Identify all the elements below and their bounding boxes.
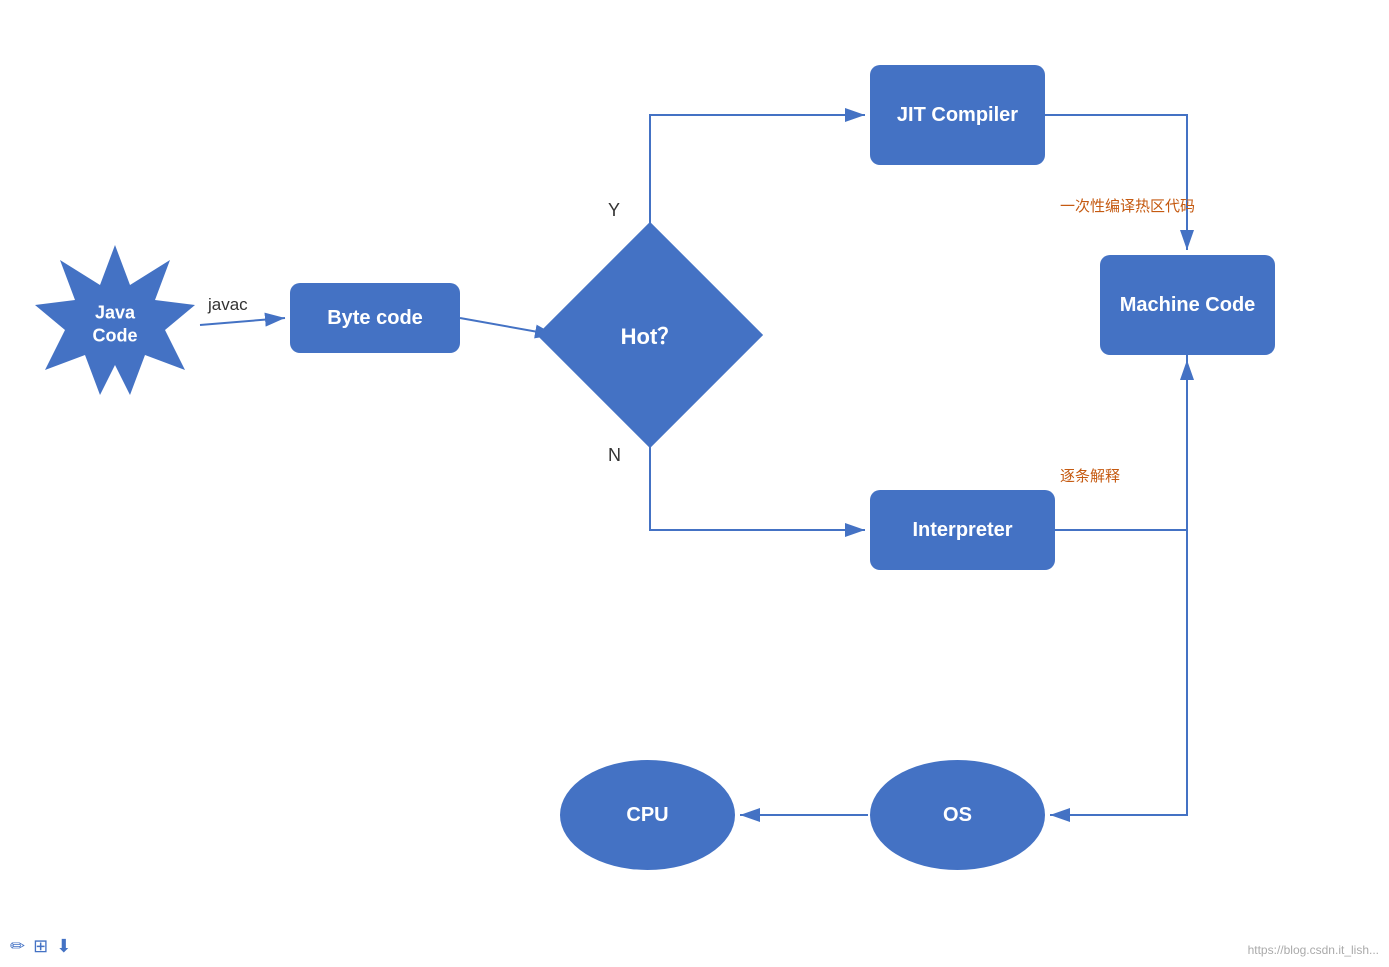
edit-icon[interactable]: ✏	[10, 936, 25, 957]
interpret-label: 逐条解释	[1060, 465, 1120, 486]
machine-code-node: Machine Code	[1100, 255, 1275, 355]
arrow-hot-jit	[650, 115, 865, 245]
java-code-label: Java Code	[73, 302, 158, 349]
export-icon[interactable]: ⬇	[56, 936, 71, 957]
toolbar: ✏ ⊞ ⬇	[10, 936, 71, 957]
java-code-node: Java Code	[30, 240, 200, 410]
cpu-node: CPU	[560, 760, 735, 870]
watermark: https://blog.csdn.it_lish...	[1248, 943, 1379, 957]
diagram: Java Code javac Byte code Hot？ Y N JIT C…	[0, 0, 1389, 967]
byte-code-node: Byte code	[290, 283, 460, 353]
arrow-hot-interpreter	[650, 425, 865, 530]
javac-label: javac	[208, 295, 248, 315]
arrow-java-byte	[200, 318, 285, 325]
arrow-machine-os	[1050, 355, 1187, 815]
hot-label: Hot？	[621, 319, 680, 351]
hot-question-node: Hot？	[560, 245, 740, 425]
interpreter-node: Interpreter	[870, 490, 1055, 570]
grid-icon[interactable]: ⊞	[33, 936, 48, 957]
hot-compile-label: 一次性编译热区代码	[1060, 195, 1195, 216]
arrow-jit-machine	[1045, 115, 1187, 250]
arrow-interpreter-machine	[1055, 360, 1187, 530]
y-label: Y	[608, 200, 620, 221]
n-label: N	[608, 445, 621, 466]
os-node: OS	[870, 760, 1045, 870]
jit-compiler-node: JIT Compiler	[870, 65, 1045, 165]
